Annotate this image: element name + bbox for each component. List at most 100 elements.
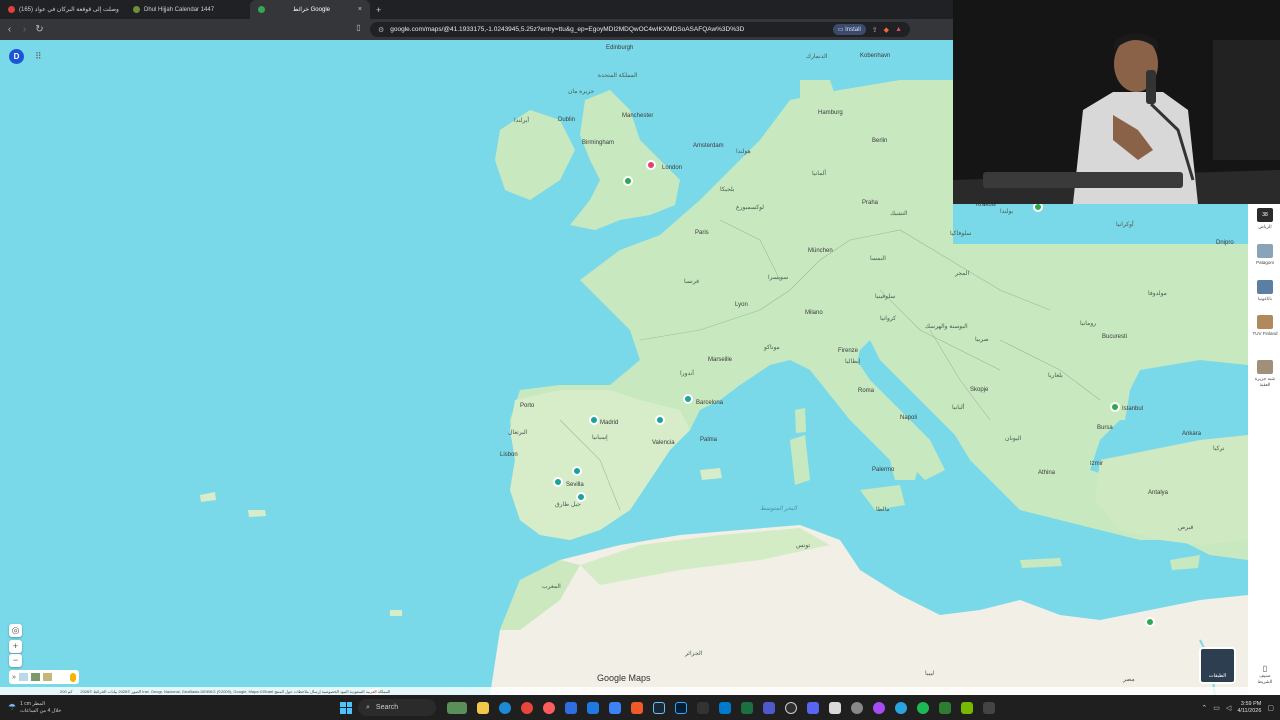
telegram-icon[interactable] <box>895 701 907 714</box>
layers-button[interactable]: الطبقات <box>1199 647 1236 684</box>
map-label: Birmingham <box>582 140 615 146</box>
map-label: Hamburg <box>818 110 843 116</box>
excel-icon[interactable] <box>741 701 753 714</box>
discord-icon[interactable] <box>807 701 819 714</box>
map-label: تركيا <box>1213 446 1225 452</box>
back-icon[interactable]: ‹ <box>2 24 17 35</box>
map-pin[interactable] <box>646 160 656 170</box>
terrain-thumb <box>18 673 28 681</box>
saved-item[interactable]: TUV Finland <box>1252 315 1278 336</box>
terminal-icon[interactable] <box>697 701 709 714</box>
map-label: إسبانيا <box>592 435 608 441</box>
saved-item[interactable]: شبه جزيرة العقبة <box>1252 360 1278 388</box>
map-label: Kobenhavn <box>860 53 891 59</box>
map-pin[interactable] <box>655 415 665 425</box>
zoom-in-button[interactable]: + <box>9 640 22 653</box>
obs-icon[interactable] <box>785 701 797 714</box>
close-tab-icon[interactable]: × <box>358 6 362 13</box>
new-tab-button[interactable]: + <box>370 5 387 15</box>
map-label: إيطاليا <box>845 359 861 365</box>
messenger-icon[interactable] <box>873 701 885 714</box>
zoom-out-button[interactable]: − <box>9 654 22 667</box>
map-label: مالطا <box>876 507 890 513</box>
map-type-strip[interactable]: » <box>9 670 79 684</box>
attribution-text[interactable]: الصور ©2026 بيانات الخرائط ©2026 Inst. G… <box>80 689 390 694</box>
map-pin[interactable] <box>1110 402 1120 412</box>
nvidia-icon[interactable] <box>961 701 973 714</box>
brave-icon[interactable] <box>631 701 643 714</box>
saved-item[interactable]: Patagoni <box>1252 244 1278 265</box>
map-label: London <box>662 165 683 171</box>
calendar-icon <box>133 6 140 13</box>
vscode-icon[interactable] <box>719 701 731 714</box>
system-tray[interactable]: ⌃ ▭ ◁ 3:59 PM 4/11/2026 ▢ <box>1201 701 1280 715</box>
map-label: ألبانيا <box>952 405 965 411</box>
tab-google-maps[interactable]: خرائط Google × <box>250 0 370 19</box>
map-label: Sevilla <box>566 482 584 488</box>
chrome-icon[interactable] <box>521 701 533 714</box>
apps-grid-icon[interactable]: ⠿ <box>35 51 45 61</box>
map-label: Athina <box>1038 470 1056 476</box>
brave-shield-icon[interactable]: ◆ <box>884 26 889 34</box>
spotify-icon[interactable] <box>917 701 929 714</box>
saved-thumb <box>1257 360 1273 374</box>
map-pin[interactable] <box>576 492 586 502</box>
reload-icon[interactable]: ↻ <box>32 24 47 35</box>
file-explorer-icon[interactable] <box>477 701 489 714</box>
tab-calendar[interactable]: Dhul Hijjah Calendar 1447 <box>125 0 250 19</box>
tab-title: خرائط Google <box>292 7 330 13</box>
site-info-icon[interactable]: ⚙ <box>378 26 384 34</box>
forward-icon[interactable]: › <box>17 24 32 35</box>
saved-item[interactable]: 38 الرياض <box>1252 208 1278 230</box>
network-icon[interactable]: ▭ <box>1213 704 1220 712</box>
edge-icon[interactable] <box>499 701 511 714</box>
account-avatar[interactable]: D <box>9 49 24 64</box>
mail-icon[interactable] <box>609 701 621 714</box>
photoshop-icon[interactable] <box>675 701 687 714</box>
settings-icon[interactable] <box>851 701 863 714</box>
start-button[interactable] <box>340 701 352 714</box>
map-label: مولدوفا <box>1148 291 1167 297</box>
teams-icon[interactable] <box>763 701 775 714</box>
snipping-icon[interactable] <box>983 701 995 714</box>
install-button[interactable]: ▭ Install <box>832 24 866 35</box>
panel-toggle[interactable]: ▯ صنيف الشريط <box>1252 664 1278 685</box>
address-bar[interactable]: ⚙ google.com/maps/@41.1933175,-1.0243945… <box>370 22 910 37</box>
map-label: رومانيا <box>1080 321 1097 327</box>
saved-item[interactable]: باتاغونيا <box>1252 280 1278 302</box>
brave-rewards-icon[interactable]: ▲ <box>895 26 902 33</box>
map-label: لوكسمبورغ <box>736 205 764 211</box>
black-sea <box>1125 360 1248 435</box>
photos-icon[interactable] <box>565 701 577 714</box>
app-green-icon[interactable] <box>939 701 951 714</box>
calendar-app-icon[interactable] <box>829 701 841 714</box>
weather-widget[interactable]: ☂ 1 cm المطر خلال 4 من الساعات <box>0 701 140 715</box>
map-label: ليبيا <box>925 671 935 677</box>
map-label: سلوفينيا <box>875 294 896 300</box>
my-location-button[interactable]: ◎ <box>9 624 22 637</box>
clock[interactable]: 3:59 PM 4/11/2026 <box>1237 701 1261 715</box>
map-pin[interactable] <box>572 466 582 476</box>
saved-thumb <box>1257 280 1273 294</box>
share-icon[interactable]: ⇪ <box>872 26 878 34</box>
taskbar-search[interactable]: ⌕ Search <box>358 699 436 716</box>
map-pin[interactable] <box>589 415 599 425</box>
opera-icon[interactable] <box>543 701 555 714</box>
volume-icon[interactable]: ◁ <box>1226 704 1231 712</box>
weather-temp: 1 cm <box>20 700 31 707</box>
pegman-icon[interactable] <box>70 672 76 682</box>
bookmark-icon[interactable]: ▯ <box>351 23 366 32</box>
map-pin[interactable] <box>553 477 563 487</box>
map-pin[interactable] <box>683 394 693 404</box>
webcam-feed <box>953 0 1280 204</box>
saved-thumb <box>1257 315 1273 329</box>
map-pin[interactable] <box>1145 617 1155 627</box>
webcam-overlay <box>953 0 1280 204</box>
widgets-icon[interactable] <box>447 701 467 714</box>
steam-icon[interactable] <box>653 701 665 714</box>
tray-chevron-icon[interactable]: ⌃ <box>1201 704 1207 712</box>
store-icon[interactable] <box>587 701 599 714</box>
tab-youtube[interactable]: (165) وصلت إلى قوقعة البركان في عواد <box>0 0 125 19</box>
notifications-icon[interactable]: ▢ <box>1267 704 1274 712</box>
map-pin[interactable] <box>623 176 633 186</box>
